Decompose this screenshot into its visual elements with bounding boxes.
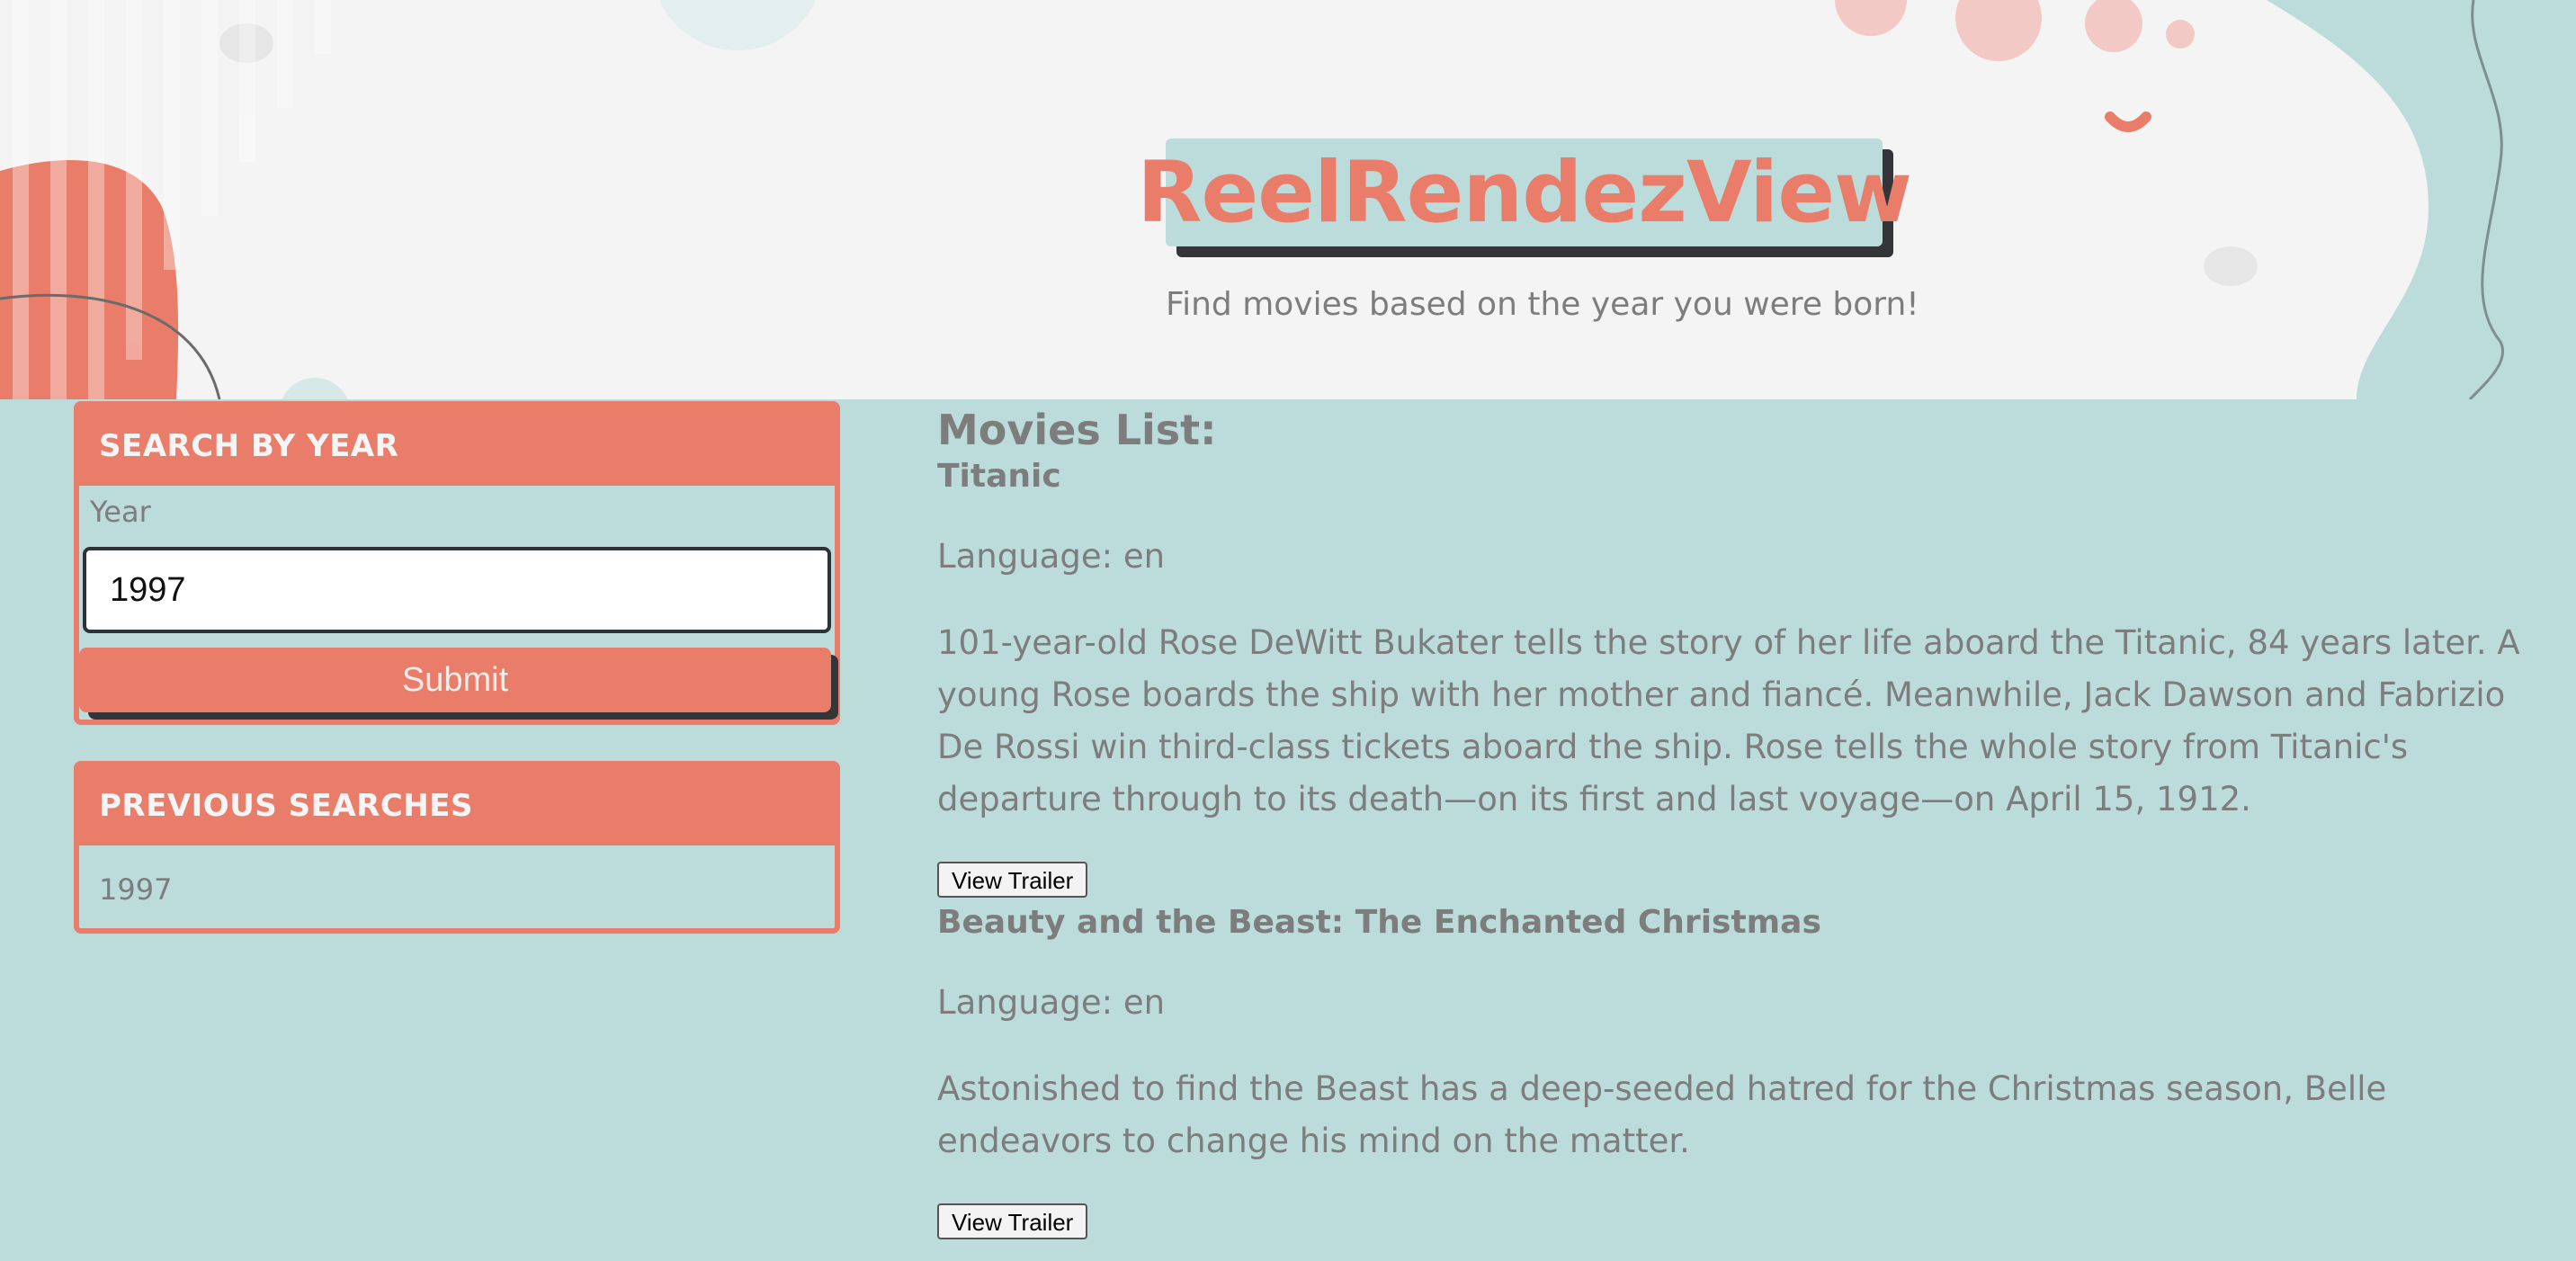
year-label: Year xyxy=(90,495,151,529)
submit-button[interactable]: Submit xyxy=(79,648,831,712)
hero-header: ReelRendezView Find movies based on the … xyxy=(0,0,2576,399)
brand-logo: ReelRendezView xyxy=(1137,139,1912,257)
movies-heading: Movies List: xyxy=(937,406,1217,454)
previous-search-item[interactable]: 1997 xyxy=(99,872,172,907)
tagline: Find movies based on the year you were b… xyxy=(1166,286,1919,323)
year-input[interactable] xyxy=(83,547,831,633)
previous-searches-card: PREVIOUS SEARCHES 1997 xyxy=(74,761,840,934)
movies-list: Movies List: Titanic Language: en 101-ye… xyxy=(937,405,2520,1239)
movie-item: Titanic Language: en 101-year-old Rose D… xyxy=(937,455,2520,898)
movie-title: Beauty and the Beast: The Enchanted Chri… xyxy=(937,904,1821,941)
site-title: ReelRendezView xyxy=(1137,139,1912,246)
previous-searches-heading: PREVIOUS SEARCHES xyxy=(79,766,835,845)
movie-title: Titanic xyxy=(937,458,1061,495)
search-card-heading: SEARCH BY YEAR xyxy=(79,407,835,486)
view-trailer-button[interactable]: View Trailer xyxy=(937,1203,1088,1239)
view-trailer-button[interactable]: View Trailer xyxy=(937,862,1088,898)
movie-language: Language: en xyxy=(937,537,1166,576)
movie-overview: Astonished to find the Beast has a deep-… xyxy=(937,1069,2387,1160)
movie-overview: 101-year-old Rose DeWitt Bukater tells t… xyxy=(937,623,2520,818)
movie-item: Beauty and the Beast: The Enchanted Chri… xyxy=(937,901,2520,1239)
search-card: SEARCH BY YEAR Year Submit xyxy=(74,401,840,725)
movie-language: Language: en xyxy=(937,983,1166,1022)
